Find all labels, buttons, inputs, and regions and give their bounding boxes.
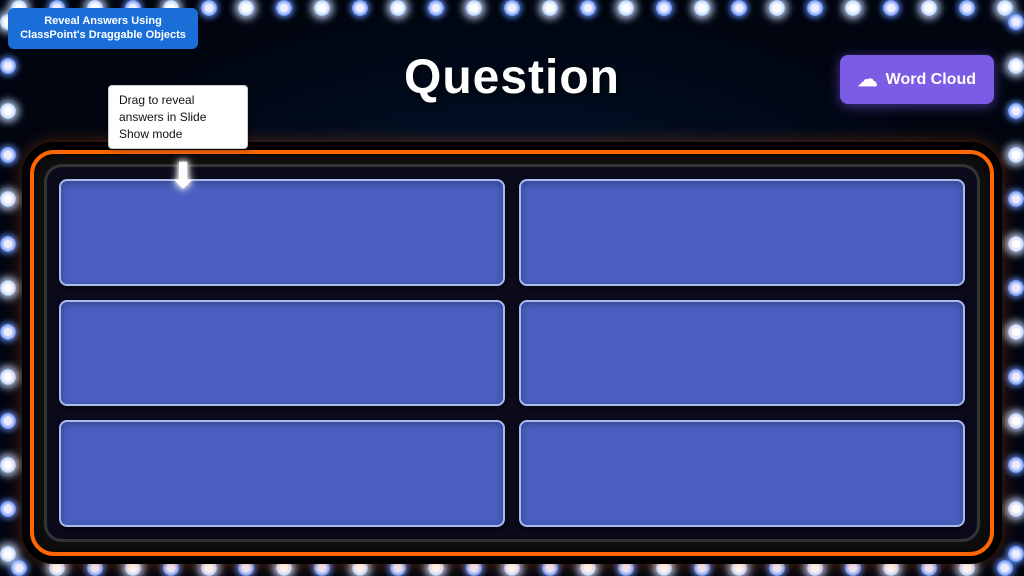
light-dot xyxy=(769,560,785,576)
light-dot xyxy=(466,560,482,576)
light-dot xyxy=(87,560,103,576)
light-dot xyxy=(1008,191,1024,207)
light-dot xyxy=(1008,324,1024,340)
light-dot xyxy=(1008,280,1024,296)
light-dot xyxy=(1008,236,1024,252)
light-dot xyxy=(921,560,937,576)
light-dot xyxy=(807,560,823,576)
answer-box-5[interactable] xyxy=(59,420,505,527)
stage-lights-bottom xyxy=(0,560,1024,576)
answer-box-3[interactable] xyxy=(59,300,505,407)
light-dot xyxy=(428,560,444,576)
light-dot xyxy=(0,501,16,517)
light-dot xyxy=(0,147,16,163)
light-dot xyxy=(1008,369,1024,385)
game-board xyxy=(30,150,994,556)
light-dot xyxy=(49,560,65,576)
light-dot xyxy=(0,324,16,340)
answer-box-6[interactable] xyxy=(519,420,965,527)
light-dot xyxy=(1008,546,1024,562)
light-dot xyxy=(0,369,16,385)
light-dot xyxy=(276,560,292,576)
light-dot xyxy=(1008,147,1024,163)
light-dot xyxy=(845,560,861,576)
drag-callout: Drag to reveal answers in Slide Show mod… xyxy=(108,85,248,149)
answers-grid xyxy=(59,179,965,527)
light-dot xyxy=(883,560,899,576)
light-dot xyxy=(0,413,16,429)
light-dot xyxy=(314,560,330,576)
light-dot xyxy=(694,560,710,576)
reveal-answers-banner: Reveal Answers Using ClassPoint's Dragga… xyxy=(8,8,198,49)
light-dot xyxy=(0,236,16,252)
answer-box-4[interactable] xyxy=(519,300,965,407)
light-dot xyxy=(731,560,747,576)
light-dot xyxy=(0,280,16,296)
light-dot xyxy=(238,560,254,576)
question-title: Question xyxy=(404,50,620,105)
light-dot xyxy=(1008,457,1024,473)
light-dot xyxy=(959,560,975,576)
light-dot xyxy=(542,560,558,576)
light-dot xyxy=(0,457,16,473)
inner-frame xyxy=(44,164,980,542)
light-dot xyxy=(201,560,217,576)
light-dot xyxy=(1008,413,1024,429)
light-dot xyxy=(1008,501,1024,517)
light-dot xyxy=(125,560,141,576)
light-dot xyxy=(656,560,672,576)
light-dot xyxy=(618,560,634,576)
light-dot xyxy=(0,546,16,562)
light-dot xyxy=(390,560,406,576)
light-dot xyxy=(163,560,179,576)
light-dot xyxy=(0,191,16,207)
light-dot xyxy=(352,560,368,576)
arrow-down-icon: ⬇ xyxy=(168,155,198,197)
answer-box-1[interactable] xyxy=(59,179,505,286)
answer-box-2[interactable] xyxy=(519,179,965,286)
light-dot xyxy=(504,560,520,576)
light-dot xyxy=(580,560,596,576)
